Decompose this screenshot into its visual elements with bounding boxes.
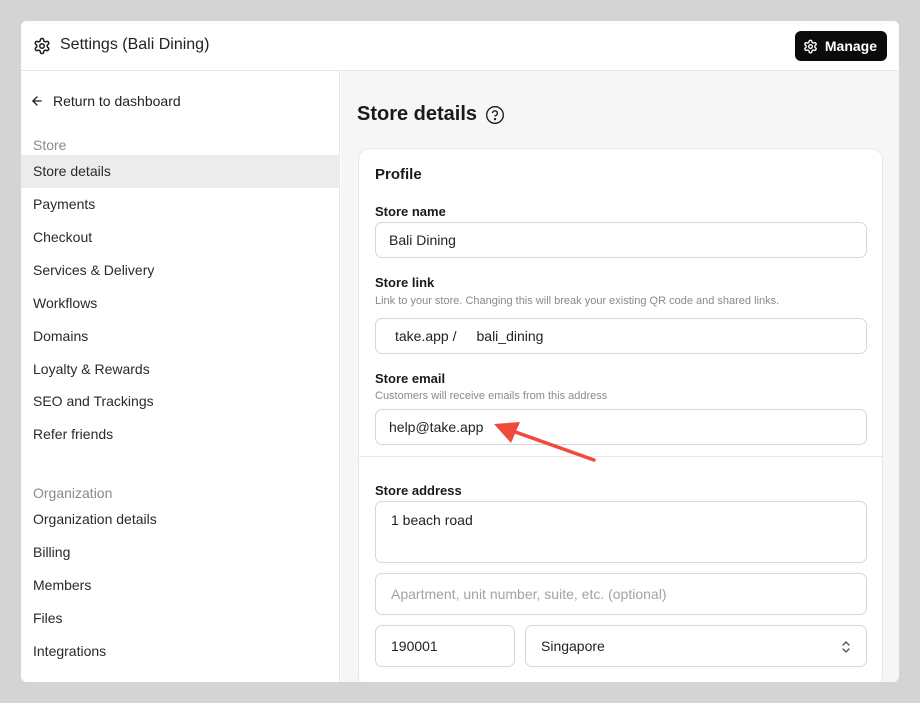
manage-button-label: Manage [824,38,877,54]
country-value: Singapore [541,638,605,654]
country-select[interactable]: Singapore [525,625,867,667]
store-address-line2-input[interactable]: Apartment, unit number, suite, etc. (opt… [375,573,867,615]
store-link-hint: Link to your store. Changing this will b… [375,295,780,307]
organization-section-label: Organization [33,485,113,501]
sidebar-item-workflows[interactable]: Workflows [21,287,340,320]
profile-card: Profile Store name Bali Dining Store lin… [358,148,883,682]
top-bar: Settings (Bali Dining) Manage [21,21,899,71]
sidebar-item-files[interactable]: Files [21,602,340,635]
page-header-title: Settings (Bali Dining) [60,36,210,53]
settings-sidebar: Return to dashboard Store Store details … [21,71,340,682]
sidebar-item-integrations[interactable]: Integrations [21,635,340,668]
store-link-prefix: take.app / [395,328,457,344]
store-link-value: bali_dining [476,328,544,344]
settings-window: Settings (Bali Dining) Manage Return to … [21,21,899,682]
page-title: Store details [357,103,505,126]
sidebar-item-store-details[interactable]: Store details [21,155,340,188]
profile-card-title: Profile [375,166,422,183]
sidebar-item-loyalty-rewards[interactable]: Loyalty & Rewards [21,353,340,386]
store-name-label: Store name [375,204,446,219]
sidebar-item-members[interactable]: Members [21,569,340,602]
store-email-input[interactable]: help@take.app [375,409,867,445]
sidebar-item-payments[interactable]: Payments [21,188,340,221]
store-email-hint: Customers will receive emails from this … [375,390,608,402]
store-name-value: Bali Dining [389,232,456,248]
postal-code-input[interactable]: 190001 [375,625,515,667]
return-to-dashboard-link[interactable]: Return to dashboard [30,93,181,109]
store-link-input[interactable]: take.app / bali_dining [375,318,867,354]
store-address-line1-value: 1 beach road [391,512,473,528]
postal-code-value: 190001 [391,638,438,654]
sidebar-item-services-delivery[interactable]: Services & Delivery [21,254,340,287]
manage-button[interactable]: Manage [794,31,887,61]
return-to-dashboard-label: Return to dashboard [53,93,181,109]
help-circle-icon[interactable] [485,105,505,125]
store-email-value: help@take.app [389,419,484,435]
store-email-label: Store email [375,371,446,386]
sidebar-item-refer-friends[interactable]: Refer friends [21,418,340,451]
gear-icon [804,39,817,53]
sidebar-item-billing[interactable]: Billing [21,536,340,569]
chevron-updown-icon [842,641,850,653]
sidebar-item-checkout[interactable]: Checkout [21,221,340,254]
main-content: Store details Profile Store name Bali Di… [341,71,899,682]
store-name-input[interactable]: Bali Dining [375,222,867,258]
store-address-line2-placeholder: Apartment, unit number, suite, etc. (opt… [391,586,667,602]
section-divider [359,456,882,457]
store-address-label: Store address [375,483,462,498]
sidebar-item-domains[interactable]: Domains [21,320,340,353]
arrow-left-icon [32,96,42,106]
store-address-line1-input[interactable]: 1 beach road [375,501,867,563]
store-link-label: Store link [375,275,435,290]
gear-icon [34,37,50,55]
store-section-label: Store [33,137,67,153]
page-title-text: Store details [357,103,478,125]
sidebar-item-seo-trackings[interactable]: SEO and Trackings [21,385,340,418]
sidebar-item-organization-details[interactable]: Organization details [21,503,340,536]
